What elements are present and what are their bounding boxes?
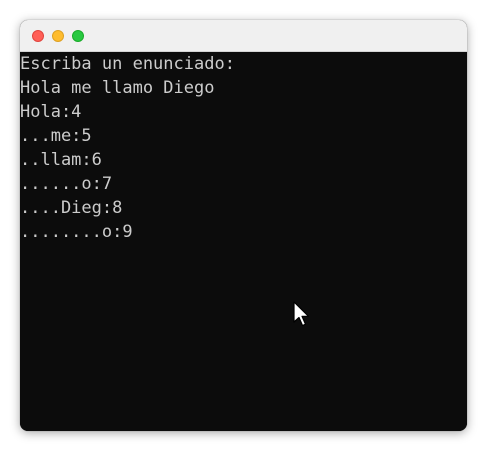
maximize-window-button[interactable]: [72, 30, 84, 42]
terminal-line: ........o:9: [20, 222, 133, 242]
terminal-line: Hola:4: [20, 102, 82, 122]
minimize-window-button[interactable]: [52, 30, 64, 42]
terminal-output[interactable]: Escriba un enunciado: Hola me llamo Dieg…: [20, 52, 467, 431]
mouse-pointer-icon: [293, 301, 310, 327]
terminal-line: Escriba un enunciado:: [20, 54, 235, 74]
title-bar[interactable]: [20, 20, 467, 52]
terminal-line: ......o:7: [20, 174, 113, 194]
terminal-window: Escriba un enunciado: Hola me llamo Dieg…: [20, 20, 467, 431]
terminal-line: ...me:5: [20, 126, 92, 146]
terminal-line: ....Dieg:8: [20, 198, 123, 218]
terminal-line: ..llam:6: [20, 150, 102, 170]
close-window-button[interactable]: [32, 30, 44, 42]
terminal-line: Hola me llamo Diego: [20, 78, 215, 98]
terminal-lines: Escriba un enunciado: Hola me llamo Dieg…: [20, 52, 235, 244]
